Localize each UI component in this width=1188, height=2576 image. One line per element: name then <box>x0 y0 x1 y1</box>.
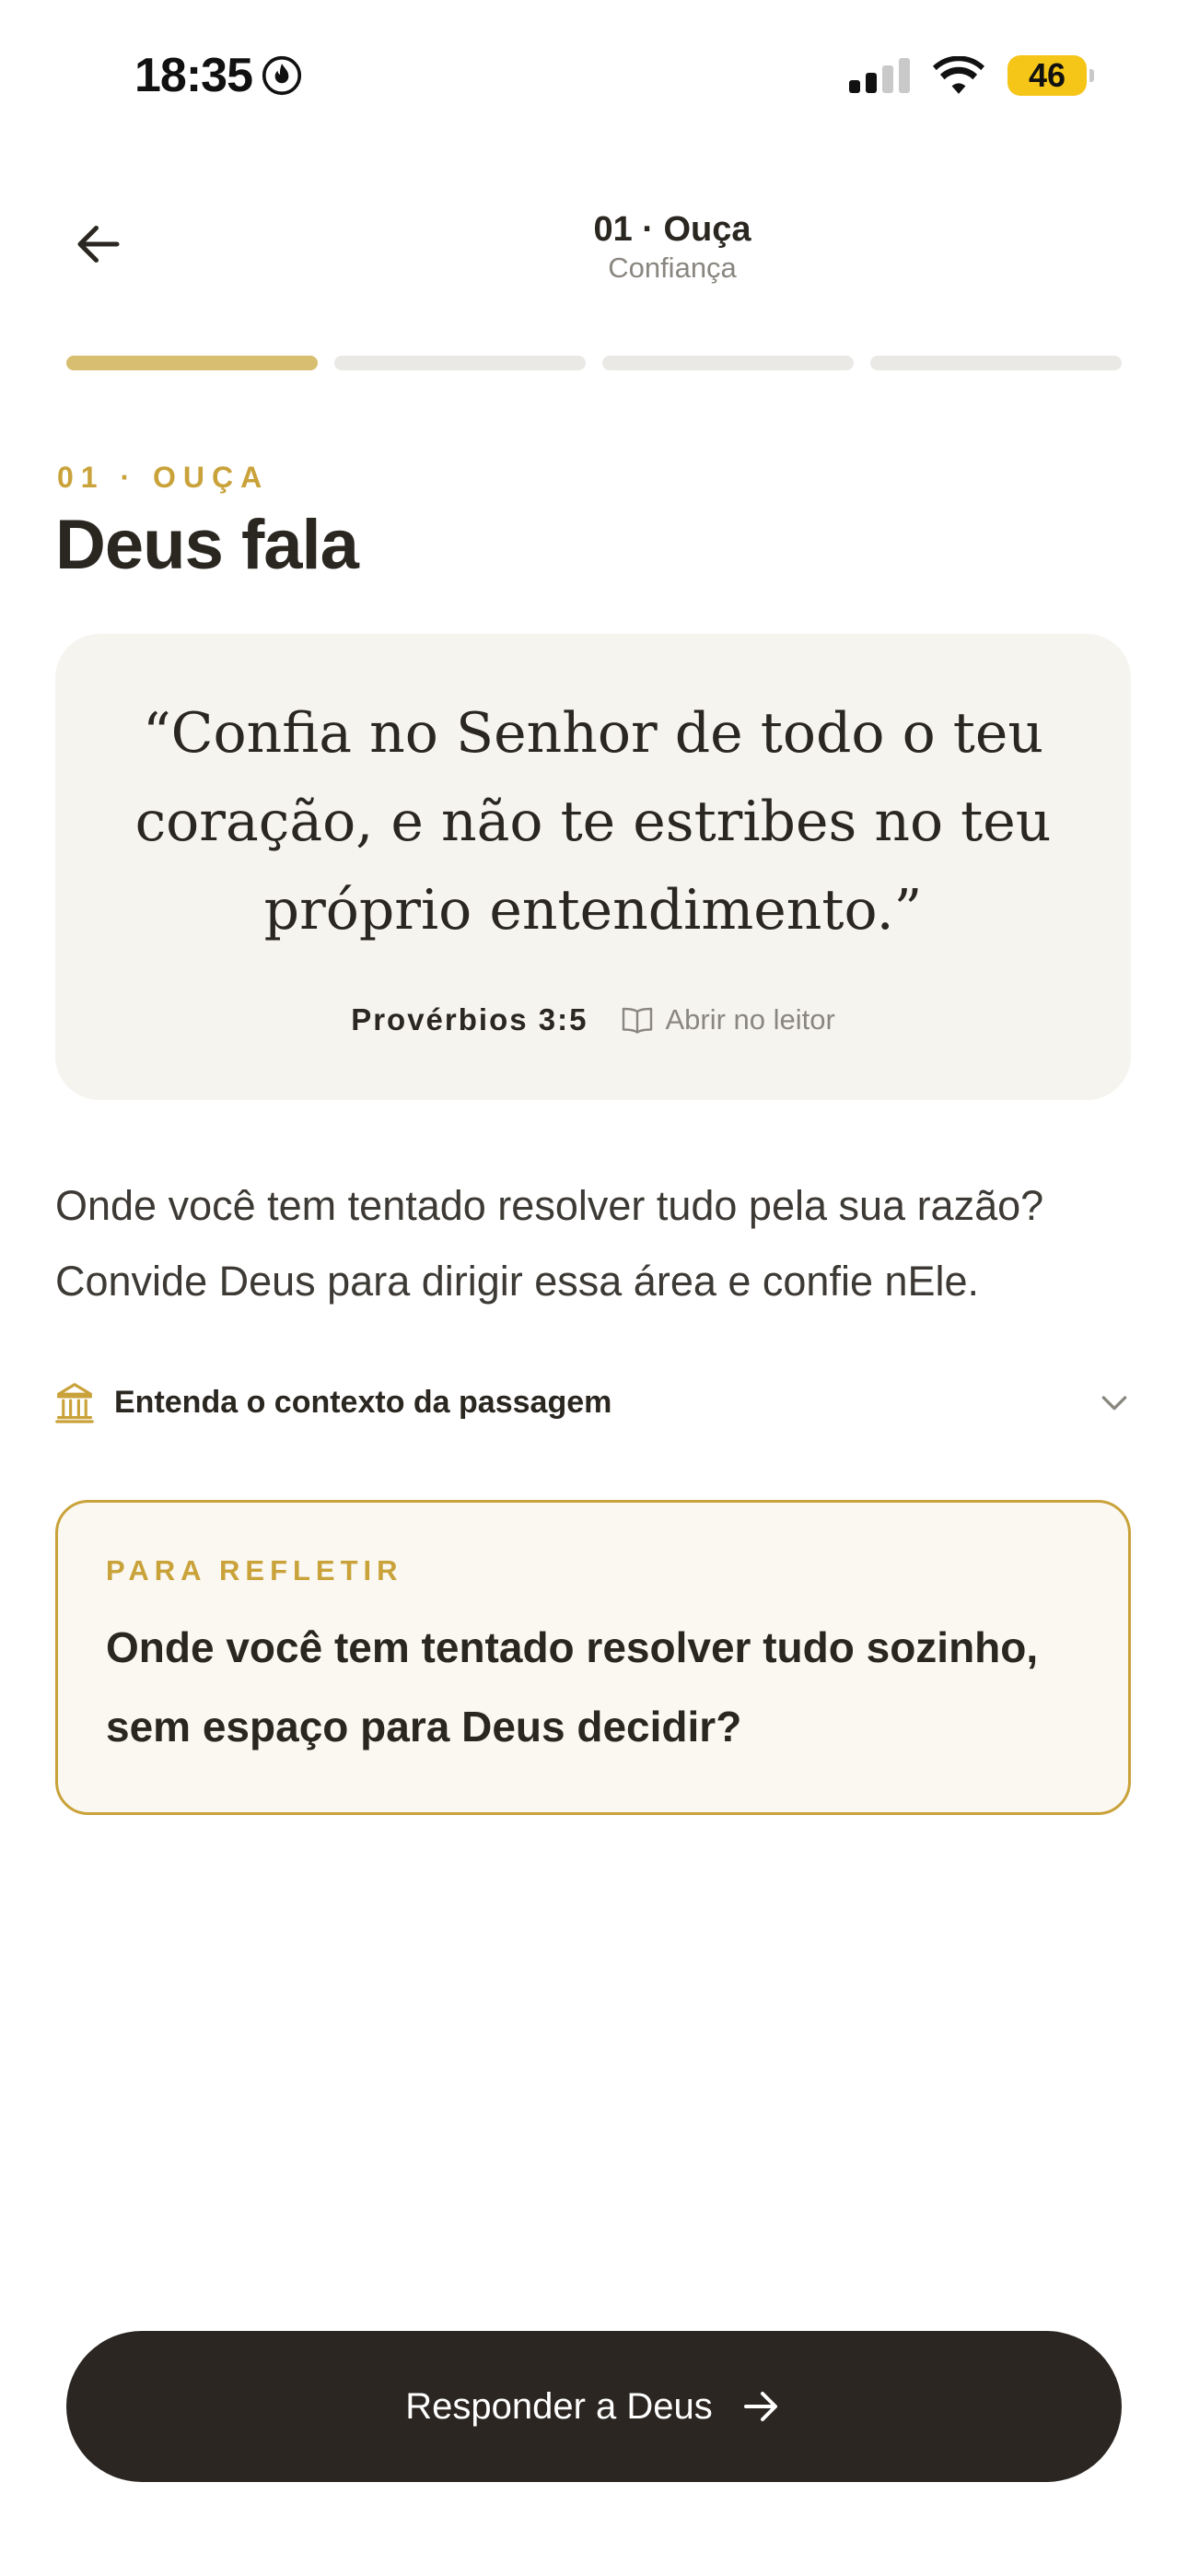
section-eyebrow: 01 · OUÇA <box>57 461 270 494</box>
battery-indicator: 46 <box>1007 55 1094 96</box>
cellular-signal-icon <box>849 58 910 93</box>
open-reader-link[interactable]: Abrir no leitor <box>621 1003 835 1036</box>
reflection-eyebrow: PARA REFLETIR <box>106 1554 403 1587</box>
wifi-icon <box>933 56 984 94</box>
step-title: 01 · Ouça <box>593 210 751 249</box>
status-time: 18:35 <box>134 48 302 103</box>
flame-icon <box>262 55 302 96</box>
open-reader-label: Abrir no leitor <box>665 1003 835 1036</box>
verse-reference: Provérbios 3:5 <box>351 1002 588 1036</box>
header-title: 01 · Ouça Confiança <box>488 210 856 285</box>
progress-segment-3 <box>602 356 854 370</box>
step-progress <box>66 356 1122 370</box>
arrow-left-icon <box>77 226 120 263</box>
progress-segment-4 <box>870 356 1122 370</box>
reflection-card: PARA REFLETIR Onde você tem tentado reso… <box>55 1500 1131 1815</box>
progress-segment-1 <box>66 356 318 370</box>
screen: 18:35 46 01 · Ouça Confiança 01 · OUÇA D… <box>0 0 1188 2576</box>
back-button[interactable] <box>66 212 131 276</box>
temple-icon <box>55 1383 94 1423</box>
status-time-text: 18:35 <box>134 49 253 102</box>
devotional-body-text: Onde você tem tentado resolver tudo pela… <box>55 1182 1044 1305</box>
page-title: Deus fala <box>55 506 359 584</box>
context-accordion[interactable]: Entenda o contexto da passagem <box>55 1375 1133 1430</box>
step-subtitle: Confiança <box>608 252 737 284</box>
chevron-down-icon <box>1101 1396 1127 1411</box>
book-open-icon <box>623 1007 653 1034</box>
respond-button-label: Responder a Deus <box>405 2385 713 2427</box>
verse-text: “Confia no Senhor de todo o teu coração,… <box>134 701 1052 943</box>
verse-card: “Confia no Senhor de todo o teu coração,… <box>55 634 1131 1100</box>
progress-segment-2 <box>334 356 586 370</box>
verse-reference-row: Provérbios 3:5 Abrir no leitor <box>129 1002 1057 1037</box>
reflection-question: Onde você tem tentado resolver tudo sozi… <box>106 1623 1039 1751</box>
battery-level: 46 <box>1028 56 1066 94</box>
status-indicators: 46 <box>849 55 1094 96</box>
context-label: Entenda o contexto da passagem <box>114 1384 612 1420</box>
arrow-right-icon <box>743 2392 777 2421</box>
respond-button[interactable]: Responder a Deus <box>66 2331 1122 2482</box>
